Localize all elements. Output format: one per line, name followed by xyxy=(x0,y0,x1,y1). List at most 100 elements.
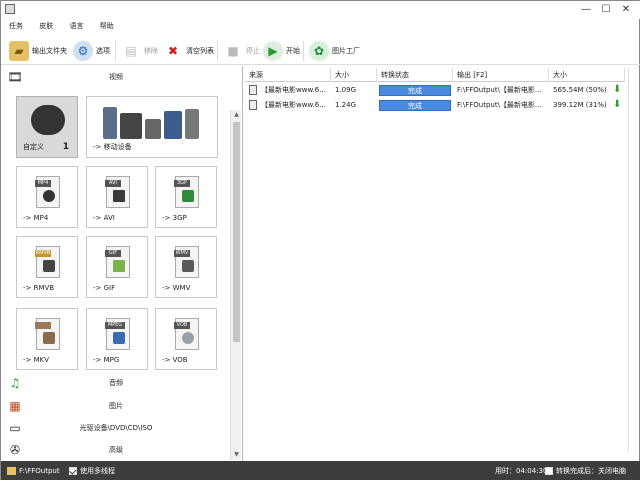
output-path[interactable]: F:\FFOutput xyxy=(7,465,60,477)
wmv-file-icon: WMV xyxy=(174,246,199,278)
col-output[interactable]: 输出 [F2] xyxy=(453,68,549,82)
gif-file-icon: GIF xyxy=(105,246,130,278)
folder-icon: ▰ xyxy=(9,41,29,61)
clear-list-button[interactable]: ✖ 清空列表 xyxy=(163,39,214,63)
table-header: 来源 大小 转换状态 输出 [F2] 大小 xyxy=(245,68,625,82)
table-row[interactable]: 【最新电影www.6... 1.09G 完成 F:\FFOutput\【最新电影… xyxy=(245,83,625,97)
menu-task[interactable]: 任务 xyxy=(3,19,29,33)
row-output: F:\FFOutput\【最新电影... xyxy=(457,86,542,94)
shutdown-label: 转换完成后：关闭电脑 xyxy=(556,467,626,475)
tile-custom[interactable]: 自定义 1 xyxy=(16,96,78,158)
app-icon[interactable] xyxy=(5,4,15,14)
tile-mobile-label: -> 移动设备 xyxy=(93,143,132,151)
category-audio-label: 音频 xyxy=(109,379,123,387)
start-button[interactable]: ▶ 开始 xyxy=(263,39,300,63)
tile-mpg-label: -> MPG xyxy=(93,356,120,364)
col-status[interactable]: 转换状态 xyxy=(377,68,453,82)
status-badge: 完成 xyxy=(379,100,451,111)
shutdown-checkbox[interactable]: 转换完成后：关闭电脑 xyxy=(545,465,626,477)
app-window: — ☐ ✕ 任务 皮肤 语言 帮助 ▰ 输出文件夹 ⚙ 选项 ▤ 移除 ✖ 清空… xyxy=(0,0,640,480)
stop-button[interactable]: ■ 停止 xyxy=(223,39,260,63)
play-icon: ▶ xyxy=(263,41,283,61)
col-out-size[interactable]: 大小 xyxy=(549,68,625,82)
elapsed-time: 用时：04:04:30 xyxy=(495,467,548,475)
disc-drive-icon: ▭ xyxy=(9,421,21,435)
tile-mp4-label: -> MP4 xyxy=(23,214,49,222)
tile-3gp-label: -> 3GP xyxy=(162,214,187,222)
multithread-label: 使用多线程 xyxy=(80,467,115,475)
tile-mobile[interactable]: -> 移动设备 xyxy=(86,96,218,158)
pic-factory-button[interactable]: ✿ 图片工厂 xyxy=(309,39,360,63)
checkbox-checked-icon xyxy=(69,467,77,475)
tile-custom-count: 1 xyxy=(62,142,69,152)
output-path-label: F:\FFOutput xyxy=(19,467,60,475)
tile-custom-label: 自定义 xyxy=(23,143,44,151)
remove-doc-icon: ▤ xyxy=(125,44,137,58)
reel-icon xyxy=(31,105,65,135)
multithread-checkbox[interactable]: 使用多线程 xyxy=(69,465,115,477)
task-list-scrollbar[interactable] xyxy=(628,68,639,451)
maximize-button[interactable]: ☐ xyxy=(599,4,613,16)
mp4-file-icon: MP4 xyxy=(35,176,60,208)
output-folder-button[interactable]: ▰ 输出文件夹 xyxy=(9,39,67,63)
video-file-icon xyxy=(249,85,257,95)
row-out-size: 565.54M (50%) xyxy=(553,86,607,94)
category-picture-label: 图片 xyxy=(109,402,123,410)
menu-language[interactable]: 语言 xyxy=(63,19,89,33)
tile-mpg[interactable]: MPEG -> MPG xyxy=(86,308,148,370)
picture-icon: ▦ xyxy=(9,399,21,413)
row-size: 1.09G xyxy=(335,86,357,94)
toolbar: ▰ 输出文件夹 ⚙ 选项 ▤ 移除 ✖ 清空列表 ■ 停止 ▶ 开始 ✿ 图片工… xyxy=(1,37,640,65)
tile-avi[interactable]: AVI -> AVI xyxy=(86,166,148,228)
tile-mp4[interactable]: MP4 -> MP4 xyxy=(16,166,78,228)
task-list: 来源 大小 转换状态 输出 [F2] 大小 【最新电影www.6... 1.09… xyxy=(245,66,640,461)
tile-vob[interactable]: VOB -> VOB xyxy=(155,308,217,370)
row-source: 【最新电影www.6... xyxy=(261,86,326,94)
status-bar: F:\FFOutput 使用多线程 用时：04:04:30 转换完成后：关闭电脑 xyxy=(1,461,640,480)
remove-button[interactable]: ▤ 移除 xyxy=(121,39,158,63)
tile-rmvb[interactable]: RMVB -> RMVB xyxy=(16,236,78,298)
video-file-icon xyxy=(249,100,257,110)
row-output: F:\FFOutput\【最新电影... xyxy=(457,101,542,109)
tile-3gp[interactable]: 3GP -> 3GP xyxy=(155,166,217,228)
tile-mkv[interactable]: -> MKV xyxy=(16,308,78,370)
scroll-up-icon[interactable]: ▲ xyxy=(231,110,242,120)
menu-skin[interactable]: 皮肤 xyxy=(33,19,59,33)
tile-gif-label: -> GIF xyxy=(93,284,116,292)
category-video[interactable]: 🎞 视频 xyxy=(1,66,243,88)
category-rom[interactable]: ▭ 光驱设备\DVD\CD\ISO xyxy=(1,417,243,439)
minimize-button[interactable]: — xyxy=(579,4,593,16)
film-icon: 🎞 xyxy=(7,70,23,84)
category-panel: 🎞 视频 自定义 1 -> 移动设备 MP4 -> MP4 AVI -> AVI… xyxy=(1,66,243,461)
category-advanced-label: 高级 xyxy=(109,446,123,454)
category-picture[interactable]: ▦ 图片 xyxy=(1,395,243,417)
options-button[interactable]: ⚙ 选项 xyxy=(73,39,110,63)
scrollbar-thumb[interactable] xyxy=(233,122,240,342)
advanced-reel-icon: ✇ xyxy=(9,443,21,457)
tile-rmvb-label: -> RMVB xyxy=(23,284,55,292)
menu-help[interactable]: 帮助 xyxy=(94,19,120,33)
tile-gif[interactable]: GIF -> GIF xyxy=(86,236,148,298)
checkbox-unchecked-icon xyxy=(545,467,553,475)
toolbar-divider xyxy=(217,41,218,61)
avi-file-icon: AVI xyxy=(105,176,130,208)
down-arrow-icon: ⬇ xyxy=(613,99,622,110)
3gp-file-icon: 3GP xyxy=(174,176,199,208)
mkv-file-icon xyxy=(35,318,60,350)
toolbar-divider xyxy=(303,41,304,61)
folder-icon xyxy=(7,467,16,475)
category-video-label: 视频 xyxy=(109,73,123,81)
picture-factory-icon: ✿ xyxy=(309,41,329,61)
tile-wmv[interactable]: WMV -> WMV xyxy=(155,236,217,298)
clear-list-icon: ✖ xyxy=(167,44,179,58)
category-advanced[interactable]: ✇ 高级 xyxy=(1,439,243,461)
row-out-size: 399.12M (31%) xyxy=(553,101,607,109)
table-row[interactable]: 【最新电影www.6... 1.24G 完成 F:\FFOutput\【最新电影… xyxy=(245,98,625,112)
clear-list-label: 清空列表 xyxy=(186,47,214,55)
down-arrow-icon: ⬇ xyxy=(613,84,622,95)
category-audio[interactable]: ♫ 音频 xyxy=(1,372,243,394)
stop-icon: ■ xyxy=(227,44,239,58)
col-source[interactable]: 来源 xyxy=(245,68,331,82)
col-size[interactable]: 大小 xyxy=(331,68,377,82)
close-button[interactable]: ✕ xyxy=(619,4,633,16)
